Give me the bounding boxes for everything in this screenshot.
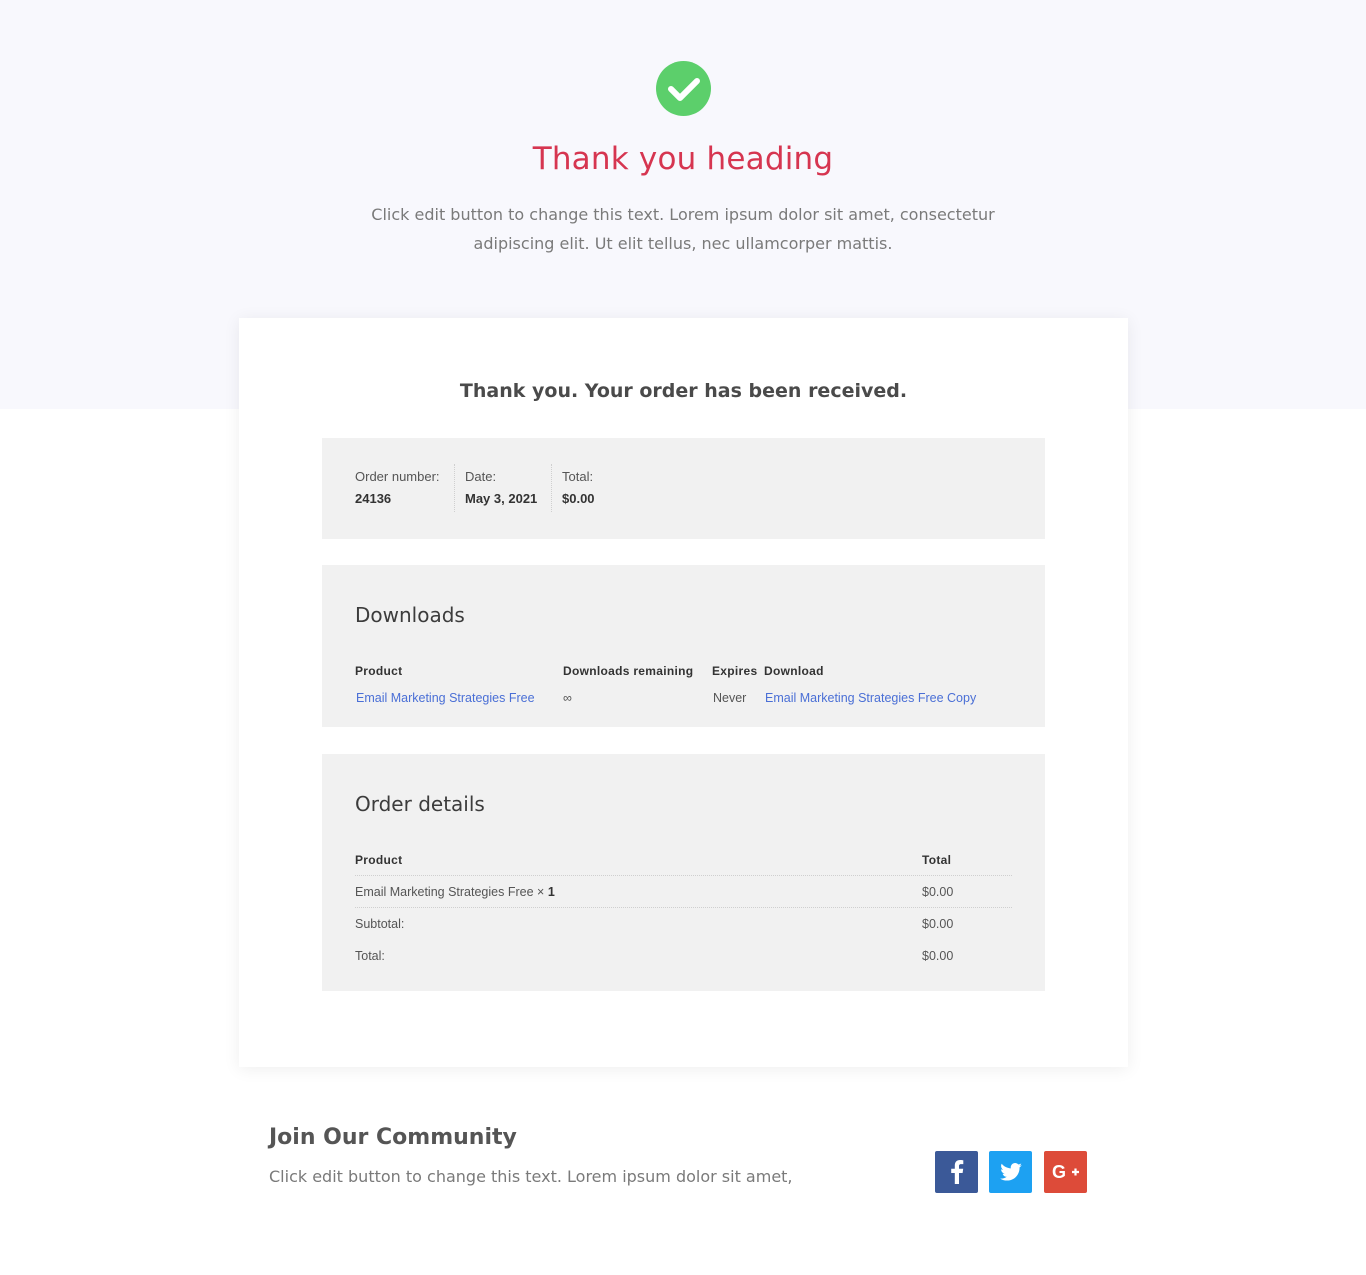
total-label: Total:: [355, 949, 385, 963]
order-item-qty: 1: [547, 885, 555, 899]
order-date-label: Date:: [465, 469, 497, 484]
order-overview: Order number: 24136 Date: May 3, 2021 To…: [322, 438, 1045, 539]
details-col-product: Product: [355, 853, 403, 867]
downloads-col-remaining: Downloads remaining: [563, 664, 694, 678]
facebook-button[interactable]: [935, 1151, 978, 1193]
table-divider: [355, 907, 1012, 908]
downloads-col-expires: Expires: [712, 664, 758, 678]
twitter-button[interactable]: [989, 1151, 1032, 1193]
order-item-name: Email Marketing Strategies Free: [355, 885, 534, 899]
google-plus-icon: G: [1052, 1163, 1079, 1181]
order-total-value: $0.00: [562, 491, 595, 506]
download-expires-value: Never: [713, 691, 747, 705]
order-details-section: Order details Product Total Email Market…: [322, 754, 1045, 991]
google-plus-button[interactable]: G: [1044, 1151, 1087, 1193]
total-value: $0.00: [922, 949, 954, 963]
order-total-item: Total: $0.00: [551, 464, 595, 512]
hero-description-line: adipiscing elit. Ut elit tellus, nec ull…: [473, 234, 893, 253]
downloads-col-download: Download: [764, 664, 824, 678]
download-file-link[interactable]: Email Marketing Strategies Free Copy: [765, 691, 976, 705]
hero-description: Click edit button to change this text. L…: [333, 200, 1033, 258]
hero-description-line: Click edit button to change this text. L…: [371, 205, 995, 224]
order-number-item: Order number: 24136: [345, 464, 440, 512]
order-item-qty-sep: ×: [537, 885, 545, 899]
page-title: Thank you heading: [532, 141, 834, 177]
order-details-heading: Order details: [355, 792, 485, 816]
downloads-col-product: Product: [355, 664, 403, 678]
check-circle-icon: [656, 61, 711, 116]
table-divider: [355, 875, 1012, 876]
order-received-title: Thank you. Your order has been received.: [459, 380, 908, 402]
order-item-total: $0.00: [922, 885, 954, 899]
twitter-icon: [999, 1163, 1022, 1181]
order-number-label: Order number:: [355, 469, 440, 484]
community-title: Join Our Community: [269, 1125, 517, 1150]
subtotal-value: $0.00: [922, 917, 954, 931]
order-total-label: Total:: [562, 469, 594, 484]
subtotal-label: Subtotal:: [355, 917, 405, 931]
download-product-link[interactable]: Email Marketing Strategies Free: [356, 691, 535, 705]
order-date-value: May 3, 2021: [465, 491, 538, 506]
order-item: Email Marketing Strategies Free × 1: [355, 885, 555, 899]
order-card: Thank you. Your order has been received.…: [239, 318, 1128, 1067]
order-date-item: Date: May 3, 2021: [454, 464, 537, 512]
community-description: Click edit button to change this text. L…: [269, 1167, 793, 1186]
details-col-total: Total: [922, 853, 952, 867]
order-number-value: 24136: [355, 491, 392, 506]
svg-text:G: G: [1052, 1163, 1066, 1181]
facebook-icon: [950, 1160, 963, 1184]
downloads-heading: Downloads: [355, 603, 465, 627]
downloads-section: Downloads Product Downloads remaining Ex…: [322, 565, 1045, 727]
downloads-remaining-value: ∞: [563, 691, 572, 705]
